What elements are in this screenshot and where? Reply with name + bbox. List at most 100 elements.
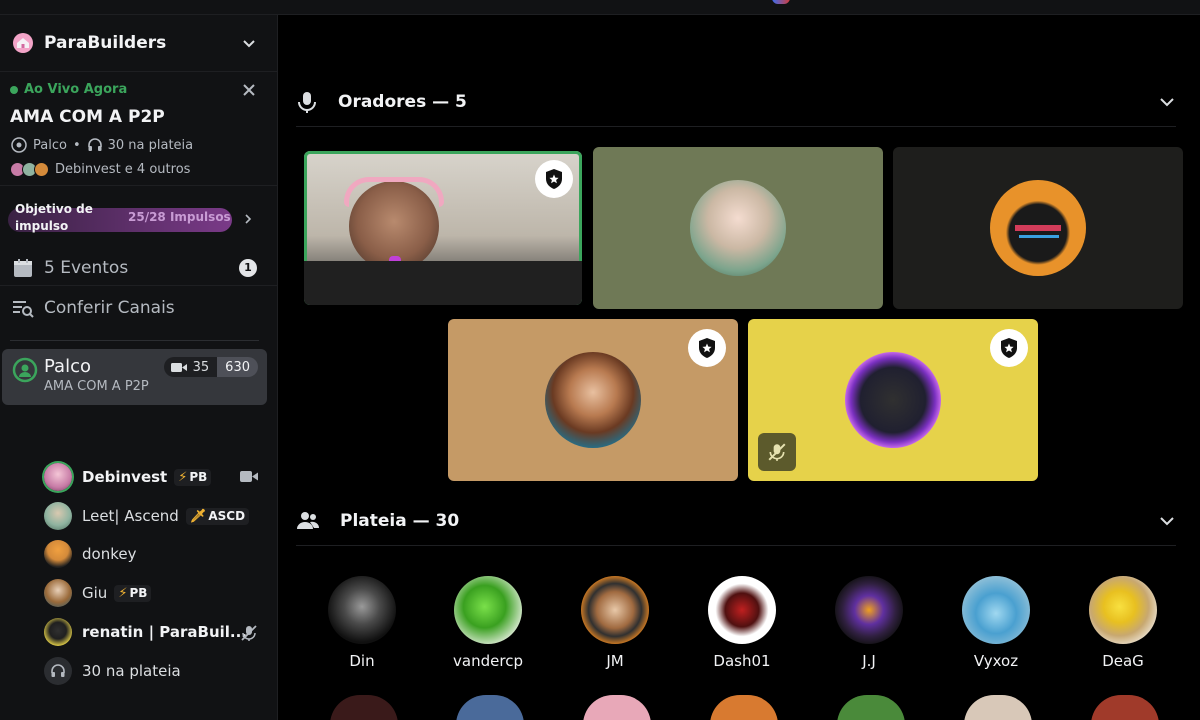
chevron-right-icon xyxy=(245,214,252,224)
avatar-detail xyxy=(1019,235,1059,238)
listener-count: 630 xyxy=(217,357,258,377)
audience-member[interactable]: JM xyxy=(565,576,665,670)
member-debinvest[interactable]: Debinvest ⚡ PB xyxy=(44,462,212,492)
live-stage-title: AMA COM A P2P xyxy=(10,107,165,127)
audience-header[interactable]: Plateia — 30 xyxy=(296,496,1176,546)
avatar xyxy=(44,657,72,685)
shield-icon xyxy=(546,169,562,189)
live-status: Ao Vivo Agora xyxy=(24,82,128,97)
events-label: 5 Eventos xyxy=(44,258,129,278)
avatar xyxy=(456,695,524,720)
audience-member[interactable]: DeaG xyxy=(1073,576,1173,670)
speakers-header[interactable]: Oradores — 5 xyxy=(296,77,1176,127)
speaker-tile[interactable] xyxy=(748,319,1038,481)
moderator-badge xyxy=(688,329,726,367)
app-logo-icon xyxy=(772,0,790,4)
avatar xyxy=(44,502,72,530)
avatar xyxy=(328,576,396,644)
boost-label: Objetivo de impulso xyxy=(15,201,93,233)
participant-avatars[interactable]: Debinvest e 4 outros xyxy=(10,162,265,177)
member-name: Leet| Ascend xyxy=(82,507,179,525)
divider xyxy=(10,340,259,341)
audience-member[interactable]: vandercp xyxy=(438,576,538,670)
chevron-down-icon[interactable] xyxy=(241,35,257,51)
events-item[interactable]: 5 Eventos 1 xyxy=(0,248,277,288)
separator-dot: • xyxy=(72,137,81,153)
muted-indicator xyxy=(758,433,796,471)
live-audience: 30 na plateia xyxy=(107,137,194,153)
lightning-icon: ⚡ xyxy=(118,585,128,601)
chevron-down-icon[interactable] xyxy=(1158,512,1176,530)
participants-text: Debinvest e 4 outros xyxy=(55,162,191,177)
avatar xyxy=(545,352,641,448)
speakers-title: Oradores — 5 xyxy=(338,91,467,112)
avatar xyxy=(837,695,905,720)
stage-channel-icon xyxy=(12,357,38,383)
lightning-icon: ⚡ xyxy=(178,469,188,485)
avatar xyxy=(845,352,941,448)
avatar xyxy=(583,695,651,720)
server-header[interactable]: ParaBuilders xyxy=(0,15,277,72)
webcam-desk xyxy=(304,261,582,305)
avatar xyxy=(454,576,522,644)
browse-channels-label: Conferir Canais xyxy=(44,298,175,318)
server-home-icon xyxy=(13,33,33,53)
audience-member[interactable]: Vyxoz xyxy=(946,576,1046,670)
headset-icon xyxy=(344,177,444,207)
audience-name: DeaG xyxy=(1102,652,1144,670)
audience-member[interactable]: Dash01 xyxy=(692,576,792,670)
title-bar xyxy=(0,0,1200,15)
stage-icon xyxy=(11,137,27,153)
server-tag: ⚡ PB xyxy=(114,584,152,602)
sword-icon: 🗡 xyxy=(189,508,207,524)
avatar xyxy=(690,180,786,276)
sidebar: ParaBuilders Ao Vivo Agora AMA COM A P2P… xyxy=(0,15,278,720)
avatar xyxy=(1089,576,1157,644)
member-name: donkey xyxy=(82,545,137,563)
boost-goal[interactable]: Objetivo de impulso 25/28 Impulsos xyxy=(8,201,267,235)
member-leet-ascend[interactable]: Leet| Ascend 🗡 ASCD xyxy=(44,501,250,531)
close-icon[interactable] xyxy=(241,82,257,98)
tag-label: ASCD xyxy=(208,509,246,523)
member-name: renatin | ParaBuil... xyxy=(82,623,248,641)
audience-member[interactable]: J.J xyxy=(819,576,919,670)
avatar xyxy=(964,695,1032,720)
browse-channels-icon xyxy=(13,301,34,318)
audience-name: JM xyxy=(606,652,624,670)
headphones-icon xyxy=(51,664,65,677)
avatar xyxy=(44,579,72,607)
avatar xyxy=(330,695,398,720)
speaker-tile-video[interactable] xyxy=(304,151,582,305)
tag-label: PB xyxy=(129,586,148,600)
audience-name: Dash01 xyxy=(713,652,771,670)
calendar-icon xyxy=(14,259,32,277)
avatar xyxy=(1091,695,1159,720)
headphones-icon xyxy=(87,138,102,151)
avatar xyxy=(710,695,778,720)
server-tag: 🗡 ASCD xyxy=(185,507,250,525)
avatar xyxy=(581,576,649,644)
events-badge: 1 xyxy=(239,259,257,277)
chevron-down-icon[interactable] xyxy=(1158,93,1176,111)
speaker-tile[interactable] xyxy=(593,147,883,309)
audience-name: vandercp xyxy=(453,652,523,670)
shield-icon xyxy=(1001,338,1017,358)
member-donkey[interactable]: donkey xyxy=(44,539,136,569)
avatar-detail xyxy=(1015,225,1061,231)
speaker-tile[interactable] xyxy=(448,319,738,481)
server-tag: ⚡ PB xyxy=(174,468,212,486)
live-dot-icon xyxy=(10,85,18,94)
avatar xyxy=(34,162,49,177)
avatar xyxy=(44,463,72,491)
stage-channel-palco[interactable]: Palco AMA COM A P2P 35 630 xyxy=(2,349,267,405)
speaker-tile[interactable] xyxy=(893,147,1183,309)
video-camera-icon xyxy=(240,471,258,482)
browse-channels-item[interactable]: Conferir Canais xyxy=(0,288,277,328)
audience-name: Vyxoz xyxy=(973,652,1019,670)
boost-count: 25/28 Impulsos xyxy=(128,210,231,225)
microphone-icon xyxy=(298,91,316,113)
member-giu[interactable]: Giu ⚡ PB xyxy=(44,578,152,608)
audience-member[interactable]: Din xyxy=(312,576,412,670)
member-audience[interactable]: 30 na plateia xyxy=(44,656,181,686)
member-renatin[interactable]: renatin | ParaBuil... xyxy=(44,617,247,647)
